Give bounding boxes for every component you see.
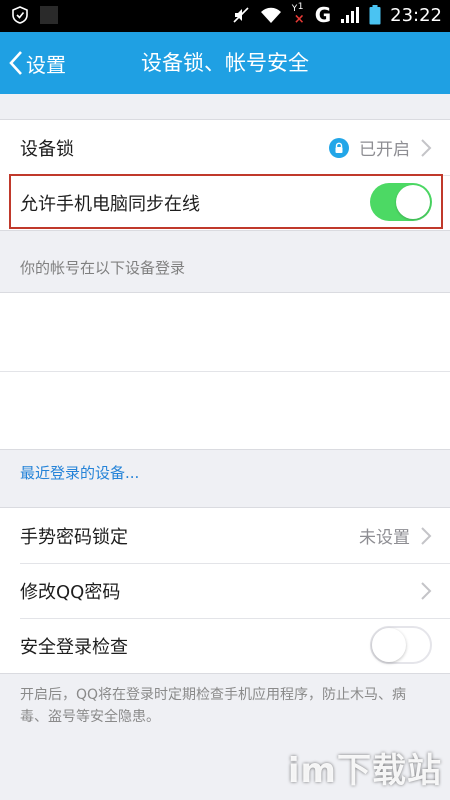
status-bar: 1 Y × G 23:22 <box>0 0 450 32</box>
chevron-right-icon <box>421 138 432 157</box>
wifi-icon <box>260 7 281 23</box>
signal-icon <box>341 7 360 23</box>
page-title: 设备锁、帐号安全 <box>141 51 309 75</box>
gesture-lock-row[interactable]: 手势密码锁定 未设置 <box>0 508 450 563</box>
safe-login-row: 安全登录检查 <box>0 618 450 673</box>
clock: 23:22 <box>390 4 442 26</box>
device-lock-label: 设备锁 <box>20 138 74 160</box>
safe-login-note: 开启后，QQ将在登录时定期检查手机应用程序，防止木马、病毒、盗号等安全隐患。 <box>20 687 407 725</box>
no-signal-icon: 1 Y × <box>291 2 305 27</box>
chevron-right-icon <box>421 526 432 545</box>
security-options-group: 手势密码锁定 未设置 修改QQ密码 安全登录检查 <box>0 507 450 674</box>
chevron-right-icon <box>421 581 432 600</box>
app-notification-icon <box>40 6 58 24</box>
device-list <box>0 292 450 450</box>
sim-badge: 1 <box>297 2 304 12</box>
network-type: G <box>314 3 332 27</box>
battery-icon <box>369 5 381 25</box>
safe-login-toggle[interactable] <box>370 626 432 664</box>
change-password-label: 修改QQ密码 <box>20 581 121 603</box>
mute-icon <box>233 7 249 23</box>
watermark: im下载站 <box>287 751 442 791</box>
sync-online-label: 允许手机电脑同步在线 <box>20 193 200 215</box>
back-button[interactable]: 设置 <box>8 32 66 94</box>
gesture-lock-label: 手势密码锁定 <box>20 526 128 548</box>
sync-online-toggle[interactable] <box>370 183 432 221</box>
shield-check-icon <box>12 6 28 24</box>
recent-devices-link[interactable]: 最近登录的设备... <box>20 462 139 483</box>
device-list-divider <box>0 371 450 372</box>
lock-icon <box>329 137 349 158</box>
safe-login-label: 安全登录检查 <box>20 636 128 658</box>
devices-section-header: 你的帐号在以下设备登录 <box>20 259 186 277</box>
sync-online-row: 允许手机电脑同步在线 <box>0 175 450 230</box>
title-bar: 设备锁、帐号安全 设置 <box>0 32 450 94</box>
back-label: 设置 <box>26 52 66 77</box>
chevron-left-icon <box>9 51 22 75</box>
device-lock-row[interactable]: 设备锁 已开启 <box>0 120 450 175</box>
toggle-knob <box>396 185 430 219</box>
change-password-row[interactable]: 修改QQ密码 <box>0 563 450 618</box>
device-lock-group: 设备锁 已开启 允许手机电脑同步在线 <box>0 119 450 231</box>
device-lock-status: 已开启 <box>359 140 410 160</box>
gesture-lock-status: 未设置 <box>359 528 410 548</box>
toggle-knob <box>372 628 406 662</box>
